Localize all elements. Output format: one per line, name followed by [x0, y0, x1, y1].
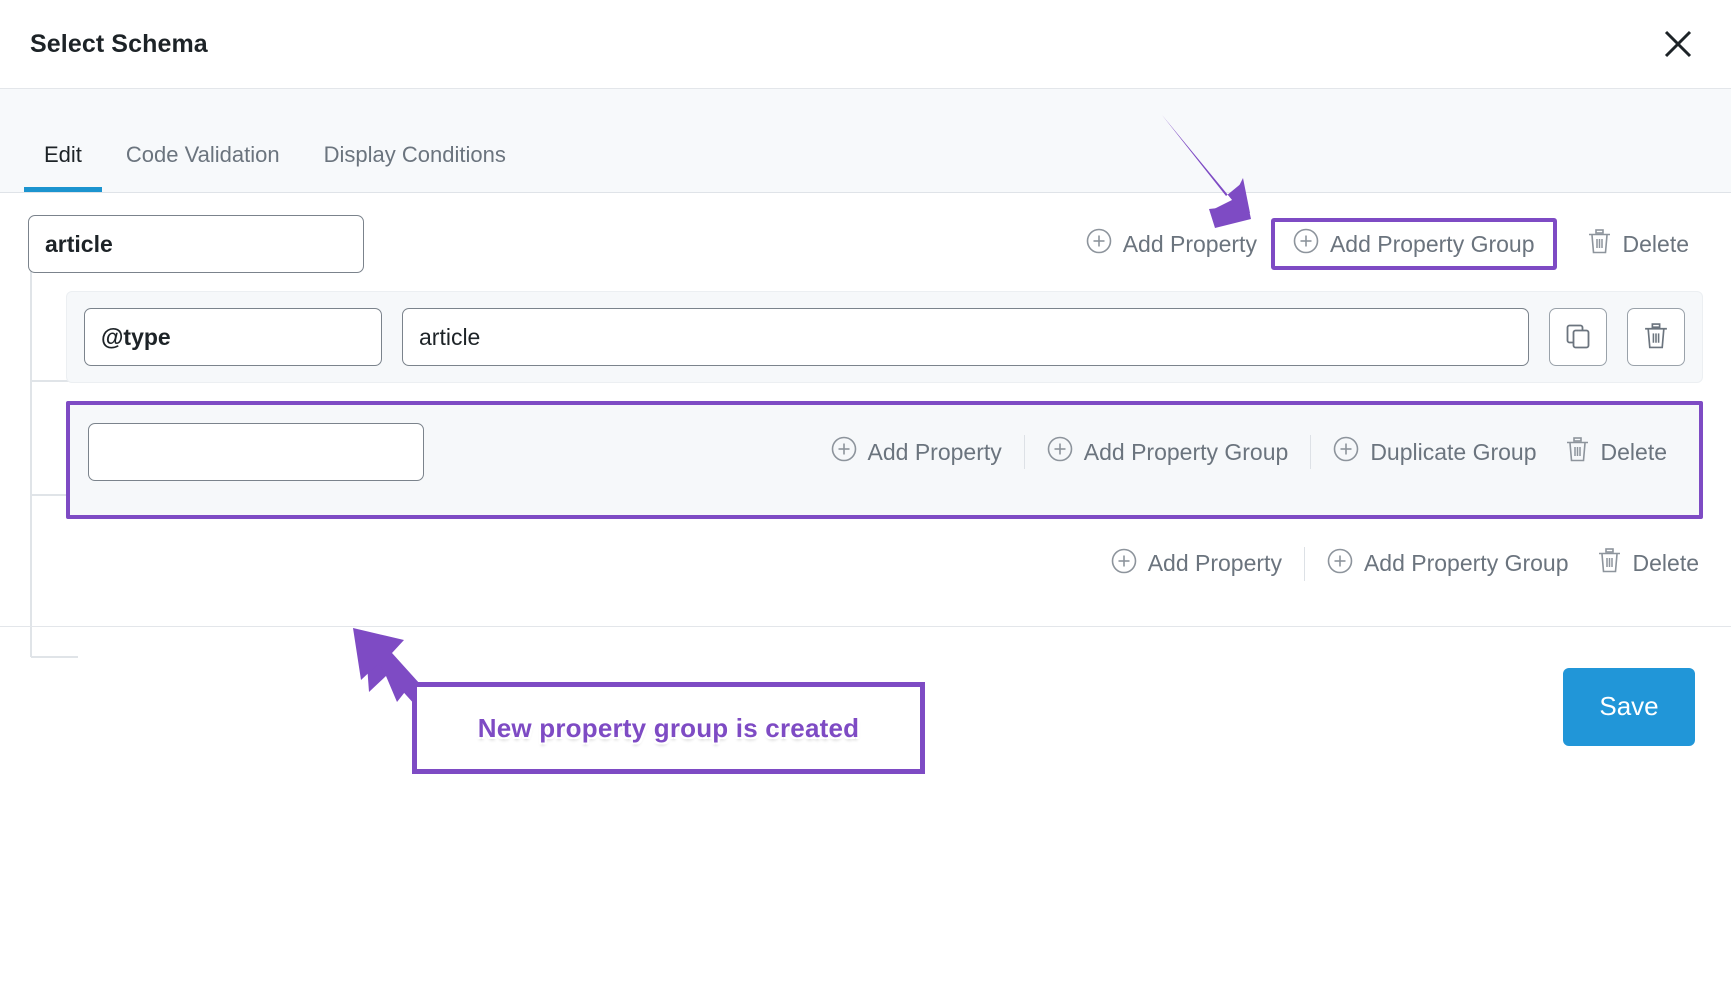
plus-circle-icon [1086, 228, 1112, 260]
root-schema-row: Add Property Add Property Group [28, 209, 1703, 279]
copy-icon [1564, 322, 1592, 353]
action-divider [1023, 435, 1025, 469]
close-button[interactable] [1655, 21, 1701, 67]
bottom-add-property-label: Add Property [1147, 550, 1282, 576]
tab-edit[interactable]: Edit [22, 144, 104, 192]
trash-icon [1587, 228, 1612, 261]
property-value-input[interactable] [402, 308, 1529, 366]
trash-icon [1565, 436, 1590, 469]
add-property-group-highlight: Add Property Group [1270, 218, 1557, 270]
delete-group-button[interactable]: Delete [1551, 430, 1681, 475]
tab-bar: Edit Code Validation Display Conditions [0, 88, 1731, 193]
new-property-group-highlight: Add Property Add Property Group Duplicat… [66, 401, 1703, 519]
group-add-property-button[interactable]: Add Property [817, 430, 1016, 474]
duplicate-property-button[interactable] [1549, 308, 1607, 366]
trash-icon [1597, 547, 1622, 580]
page-title: Select Schema [30, 29, 208, 58]
add-property-group-button[interactable]: Add Property Group [1293, 228, 1535, 260]
bottom-add-property-group-button[interactable]: Add Property Group [1313, 542, 1583, 586]
add-property-group-label: Add Property Group [1329, 230, 1535, 257]
plus-circle-icon [1293, 228, 1319, 260]
root-bottom-actions: Add Property Add Property Group Delete [28, 541, 1703, 586]
schema-editor: Add Property Add Property Group [0, 193, 1731, 658]
property-row [66, 291, 1703, 383]
close-icon [1661, 27, 1695, 61]
new-group-name-input[interactable] [88, 423, 424, 481]
duplicate-group-label: Duplicate Group [1370, 438, 1537, 465]
bottom-add-property-group-label: Add Property Group [1363, 550, 1569, 576]
new-group-actions: Add Property Add Property Group Duplicat… [817, 430, 1682, 475]
save-button[interactable]: Save [1563, 667, 1695, 746]
add-property-button[interactable]: Add Property [1072, 222, 1271, 266]
plus-circle-icon [1327, 548, 1353, 580]
trash-icon [1643, 322, 1669, 353]
schema-children: Add Property Add Property Group [66, 291, 1703, 519]
delete-group-label: Delete [1600, 438, 1667, 465]
plus-circle-icon [1333, 436, 1359, 468]
bottom-add-property-button[interactable]: Add Property [1097, 542, 1296, 586]
modal-header: Select Schema [0, 0, 1731, 88]
bottom-delete-label: Delete [1632, 550, 1699, 576]
duplicate-group-button[interactable]: Duplicate Group [1319, 430, 1550, 474]
delete-property-button[interactable] [1627, 308, 1685, 366]
action-divider [1310, 435, 1312, 469]
tab-code-validation[interactable]: Code Validation [104, 144, 302, 192]
group-add-property-group-label: Add Property Group [1083, 438, 1289, 465]
root-actions: Add Property Add Property Group Delete [1072, 218, 1703, 270]
bottom-delete-button[interactable]: Delete [1583, 541, 1699, 586]
new-property-group-row: Add Property Add Property Group Duplicat… [70, 405, 1699, 515]
plus-circle-icon [1047, 436, 1073, 468]
property-key-input[interactable] [84, 308, 382, 366]
action-divider [1303, 546, 1305, 581]
add-property-label: Add Property [1122, 230, 1257, 257]
root-name-input[interactable] [28, 215, 364, 273]
delete-root-label: Delete [1622, 230, 1689, 257]
plus-circle-icon [1111, 548, 1137, 580]
plus-circle-icon [831, 436, 857, 468]
delete-root-button[interactable]: Delete [1573, 222, 1703, 267]
tab-display-conditions[interactable]: Display Conditions [302, 144, 528, 192]
group-add-property-group-button[interactable]: Add Property Group [1033, 430, 1303, 474]
group-add-property-label: Add Property [867, 438, 1002, 465]
modal-footer: Save [0, 626, 1731, 786]
